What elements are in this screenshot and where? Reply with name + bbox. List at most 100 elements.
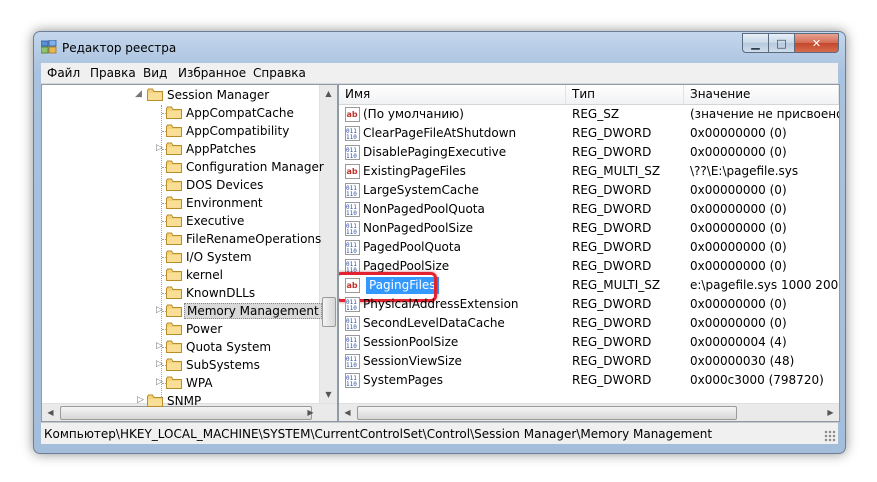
tree-node-label: SubSystems: [186, 358, 260, 372]
value-type: REG_DWORD: [572, 316, 652, 330]
expand-arrow-icon[interactable]: ▷: [156, 142, 166, 154]
string-value-icon: ab: [345, 107, 360, 122]
table-row[interactable]: ab (По умолчанию) REG_SZ (значение не присв…: [339, 105, 839, 124]
value-name: ClearPageFileAtShutdown: [363, 126, 517, 140]
tree-node-session-manager[interactable]: ◢ Session Manager: [42, 86, 320, 104]
column-header-value[interactable]: Значение: [684, 85, 839, 104]
svg-text:110: 110: [346, 210, 357, 217]
menu-help[interactable]: Справка: [253, 66, 306, 80]
svg-text:110: 110: [346, 191, 357, 198]
expand-arrow-icon[interactable]: ▷: [156, 340, 166, 352]
table-row[interactable]: 011 110 PagedPoolQuota REG_DWORD 0x00000000 …: [339, 238, 839, 257]
minimize-button[interactable]: ▁: [742, 33, 769, 53]
close-button[interactable]: ✕: [795, 33, 839, 53]
folder-icon: [166, 322, 182, 335]
table-row[interactable]: 011 110 SessionViewSize REG_DWORD 0x00000030…: [339, 352, 839, 371]
tree-node-apppatches[interactable]: ▷ AppPatches: [42, 140, 320, 158]
menu-bar: Файл Правка Вид Избранное Справка: [41, 63, 838, 84]
tree-node-executive[interactable]: Executive: [42, 212, 320, 230]
folder-icon: [147, 394, 163, 407]
table-row[interactable]: 011 110 SecondLevelDataCache REG_DWORD 0x000…: [339, 314, 839, 333]
value-type: REG_DWORD: [572, 259, 652, 273]
minimize-icon: ▁: [751, 36, 760, 50]
scroll-down-arrow-icon[interactable]: ▼: [320, 386, 337, 403]
svg-text:110: 110: [346, 229, 357, 236]
table-row[interactable]: 011 110 ClearPageFileAtShutdown REG_DWORD 0x…: [339, 124, 839, 143]
binary-value-icon: 011 110: [345, 240, 360, 255]
table-row[interactable]: 011 110 LargeSystemCache REG_DWORD 0x0000000…: [339, 181, 839, 200]
table-row[interactable]: 011 110 PhysicalAddressExtension REG_DWORD 0…: [339, 295, 839, 314]
tree-node-memory-management[interactable]: ▷ Memory Management: [42, 302, 322, 320]
table-row[interactable]: 011 110 SystemPages REG_DWORD 0x000c3000 (79…: [339, 371, 839, 390]
expand-arrow-icon[interactable]: ▷: [156, 358, 166, 370]
value-name: SessionPoolSize: [363, 335, 459, 349]
tree-node-subsystems[interactable]: ▷ SubSystems: [42, 356, 320, 374]
table-row[interactable]: 011 110 NonPagedPoolQuota REG_DWORD 0x000000…: [339, 200, 839, 219]
regedit-app-icon: [40, 39, 57, 54]
tree-node-power[interactable]: Power: [42, 320, 320, 338]
tree-node-environment[interactable]: Environment: [42, 194, 320, 212]
svg-text:110: 110: [346, 153, 357, 160]
value-name: (По умолчанию): [363, 107, 464, 121]
value-data: 0x00000030 (48): [690, 354, 795, 368]
menu-file[interactable]: Файл: [47, 66, 80, 80]
tree-node-appcompatibility[interactable]: AppCompatibility: [42, 122, 320, 140]
resize-grip-icon[interactable]: [824, 430, 836, 442]
status-path: Компьютер\HKEY_LOCAL_MACHINE\SYSTEM\Curr…: [44, 427, 713, 441]
value-data: 0x00000000 (0): [690, 316, 787, 330]
list-hscroll-thumb[interactable]: [357, 406, 737, 420]
tree-node-label: Executive: [186, 214, 245, 228]
expand-arrow-icon[interactable]: ▷: [156, 304, 166, 316]
collapse-arrow-icon[interactable]: ◢: [135, 88, 145, 100]
tree-node-quota-system[interactable]: ▷ Quota System: [42, 338, 320, 356]
value-type: REG_MULTI_SZ: [572, 278, 661, 292]
menu-view[interactable]: Вид: [143, 66, 167, 80]
menu-edit[interactable]: Правка: [90, 66, 136, 80]
scroll-up-arrow-icon[interactable]: ▲: [320, 85, 337, 102]
tree-node-filerenameoperations[interactable]: FileRenameOperations: [42, 230, 322, 248]
tree-node-knowndlls[interactable]: KnownDLLs: [42, 284, 320, 302]
list-horizontal-scrollbar[interactable]: ◀ ▶: [339, 403, 839, 421]
expand-arrow-icon[interactable]: ▷: [137, 394, 147, 406]
table-row[interactable]: 011 110 DisablePagingExecutive REG_DWORD 0x0…: [339, 143, 839, 162]
values-list-pane[interactable]: Имя Тип Значение ◀ ▶ ab (По умолчанию) REG…: [338, 84, 840, 422]
tree-node-configuration-manager[interactable]: Configuration Manager: [42, 158, 324, 176]
table-row[interactable]: ab PagingFiles REG_MULTI_SZ e:\pagefile.sys…: [339, 272, 839, 302]
close-icon: ✕: [811, 36, 822, 50]
table-row[interactable]: 011 110 SessionPoolSize REG_DWORD 0x00000004…: [339, 333, 839, 352]
value-data: 0x00000004 (4): [690, 335, 787, 349]
svg-text:ab: ab: [347, 167, 358, 176]
tree-node-appcompatcache[interactable]: AppCompatCache: [42, 104, 320, 122]
registry-tree-pane[interactable]: ▲ ▼ ◀ ▶ ◢ Session Manager AppCompatCache Ap…: [41, 84, 338, 422]
expand-arrow-icon[interactable]: ▷: [156, 376, 166, 388]
value-type: REG_DWORD: [572, 240, 652, 254]
tree-node-wpa[interactable]: ▷ WPA: [42, 374, 320, 392]
title-bar[interactable]: Редактор реестра ▁ □ ✕: [34, 32, 845, 62]
tree-node-label: DOS Devices: [186, 178, 264, 192]
tree-node-label: SNMP: [167, 394, 202, 408]
table-row[interactable]: 011 110 NonPagedPoolSize REG_DWORD 0x0000000…: [339, 219, 839, 238]
tree-node-label: FileRenameOperations: [186, 232, 322, 246]
tree-scroll-thumb[interactable]: [322, 297, 336, 327]
tree-node-i-o-system[interactable]: I/O System: [42, 248, 320, 266]
tree-node-label: Power: [186, 322, 223, 336]
table-row[interactable]: ab ExistingPageFiles REG_MULTI_SZ \??\E:\pa…: [339, 162, 839, 181]
binary-value-icon: 011 110: [345, 373, 360, 388]
tree-node-snmp[interactable]: ▷ SNMP: [42, 392, 320, 410]
binary-value-icon: 011 110: [345, 126, 360, 141]
maximize-button[interactable]: □: [769, 33, 795, 53]
tree-node-dos-devices[interactable]: DOS Devices: [42, 176, 320, 194]
column-header-name[interactable]: Имя: [339, 85, 566, 104]
tree-node-label: KnownDLLs: [186, 286, 256, 300]
value-name: SessionViewSize: [363, 354, 462, 368]
column-header-type[interactable]: Тип: [566, 85, 684, 104]
menu-favorites[interactable]: Избранное: [178, 66, 246, 80]
value-data: \??\E:\pagefile.sys: [690, 164, 799, 178]
string-value-icon: ab: [345, 164, 360, 179]
svg-text:110: 110: [346, 343, 357, 350]
tree-node-kernel[interactable]: kernel: [42, 266, 320, 284]
svg-text:110: 110: [346, 248, 357, 255]
value-data: 0x00000000 (0): [690, 183, 787, 197]
scroll-right-arrow-icon[interactable]: ▶: [822, 404, 839, 421]
scroll-left-arrow-icon[interactable]: ◀: [339, 404, 356, 421]
